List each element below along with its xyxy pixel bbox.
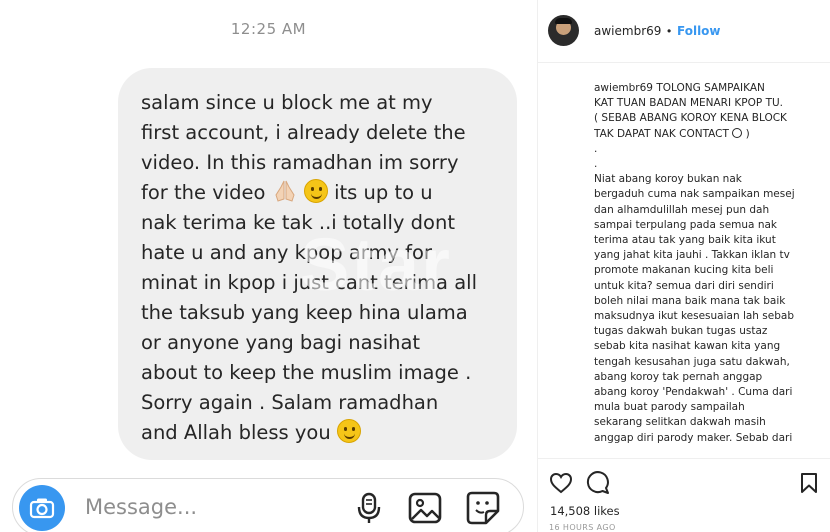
comment-button[interactable] xyxy=(585,470,611,496)
message-input[interactable] xyxy=(85,491,345,523)
message-line-with-emoji: for the video its up to u xyxy=(141,178,497,208)
message-line: Sorry again . Salam ramadhan xyxy=(141,391,439,414)
avatar[interactable] xyxy=(548,15,579,46)
sticker-button[interactable] xyxy=(465,490,501,526)
follow-button[interactable]: Follow xyxy=(677,24,721,38)
caption-line: ( SEBAB ABANG KOROY KENA BLOCK xyxy=(594,112,787,125)
gallery-button[interactable] xyxy=(407,490,443,526)
praying-hands-emoji-icon xyxy=(275,180,295,202)
caption-line: sekarang selitkan dakwah masih xyxy=(594,416,766,429)
voice-message-button[interactable] xyxy=(351,490,387,526)
caption-line: sebab kita nasihat kawan kita yang xyxy=(594,340,781,353)
post-time-ago: 16 HOURS AGO xyxy=(549,523,616,532)
caption-line: TAK DAPAT NAK CONTACT ) xyxy=(594,127,819,142)
message-text: for the video xyxy=(141,181,266,204)
caption-line: maksudnya ikut kesesuaian lah sebab xyxy=(594,310,794,323)
sticker-icon xyxy=(466,491,500,525)
message-timestamp: 12:25 AM xyxy=(230,20,307,38)
caption-text: TAK DAPAT NAK CONTACT xyxy=(594,127,729,140)
caption-line: boleh nilai mana baik mana tak baik xyxy=(594,294,786,307)
comment-icon xyxy=(586,471,609,494)
message-text: its up to u xyxy=(334,181,433,204)
caption-line: . xyxy=(594,158,598,171)
post-header: awiembr69 • Follow xyxy=(538,0,830,63)
post-caption: awiembr69 TOLONG SAMPAIKAN KAT TUAN BADA… xyxy=(594,81,819,457)
smiley-emoji-icon xyxy=(303,179,328,203)
message-line: or anyone yang bagi nasihat xyxy=(141,331,421,354)
message-line: about to keep the muslim image . xyxy=(141,361,472,384)
message-line: nak terima ke tak ..i totally dont xyxy=(141,211,455,234)
caption-line: awiembr69 TOLONG SAMPAIKAN xyxy=(594,81,819,96)
message-text: and Allah bless you xyxy=(141,421,331,444)
smiley-emoji-icon xyxy=(336,419,361,443)
caption-line: tugas dakwah bukan tugas ustaz xyxy=(594,325,768,338)
caption-line: untuk kita? semua dari diri sendiri xyxy=(594,279,774,292)
caption-line: KAT TUAN BADAN MENARI KPOP TU. xyxy=(594,97,784,110)
caption-line: mula buat parody sampailah xyxy=(594,401,745,414)
save-button[interactable] xyxy=(796,470,822,496)
caption-line: abang koroy 'Pendakwah' . Cuma dari xyxy=(594,386,793,399)
like-button[interactable] xyxy=(548,470,574,496)
message-line-with-emoji: and Allah bless you xyxy=(141,418,497,448)
caption-line: bergaduh cuma nak sampaikan mesej xyxy=(594,188,795,201)
caption-line: anggap diri parody maker. Sebab dari xyxy=(594,431,793,444)
microphone-icon xyxy=(357,492,381,523)
likes-count[interactable]: 14,508 likes xyxy=(550,504,620,518)
username-link[interactable]: awiembr69 xyxy=(594,24,661,38)
separator-dot: • xyxy=(667,24,672,38)
caption-text: ) xyxy=(745,127,750,140)
heart-icon xyxy=(549,472,573,494)
message-line: first account, i already delete the xyxy=(141,121,466,144)
caption-line: sampai terpulang pada semua nak xyxy=(594,218,778,231)
image-icon xyxy=(408,492,442,524)
caption-line: Niat abang koroy bukan nak xyxy=(594,173,742,186)
caption-line: . xyxy=(594,142,598,155)
message-bubble: salam since u block me at my first accou… xyxy=(118,68,517,460)
caption-line: yang jahat kita jauhi . Takkan iklan tv xyxy=(594,249,790,262)
caption-line: tengah kesusahan juga satu dakwah, xyxy=(594,355,790,368)
smile-emoji-icon xyxy=(732,127,743,138)
caption-username[interactable]: awiembr69 xyxy=(594,82,653,94)
message-composer xyxy=(12,478,524,532)
message-line: minat in kpop i just cant terima all xyxy=(141,271,477,294)
direct-message-panel: 12:25 AM salam since u block me at my fi… xyxy=(0,0,537,532)
post-sidebar: awiembr69 • Follow awiembr69 TOLONG SAMP… xyxy=(537,0,830,532)
message-line: salam since u block me at my xyxy=(141,91,433,114)
bookmark-icon xyxy=(801,473,817,493)
message-line: video. In this ramadhan im sorry xyxy=(141,151,459,174)
camera-button[interactable] xyxy=(19,485,65,531)
caption-line: promote makanan kucing kita beli xyxy=(594,264,774,277)
message-line: hate u and any kpop army for xyxy=(141,241,432,264)
caption-line: terima atau tak yang baik kita ikut xyxy=(594,234,776,247)
caption-line: dan alhamdulillah mesej pun dah xyxy=(594,203,770,216)
camera-icon xyxy=(29,498,55,519)
caption-line: abang koroy tak pernah anggap xyxy=(594,370,763,383)
post-actions: 14,508 likes 16 HOURS AGO xyxy=(538,458,830,532)
caption-text: TOLONG SAMPAIKAN xyxy=(656,82,765,94)
message-line: the taksub yang keep hina ulama xyxy=(141,301,468,324)
